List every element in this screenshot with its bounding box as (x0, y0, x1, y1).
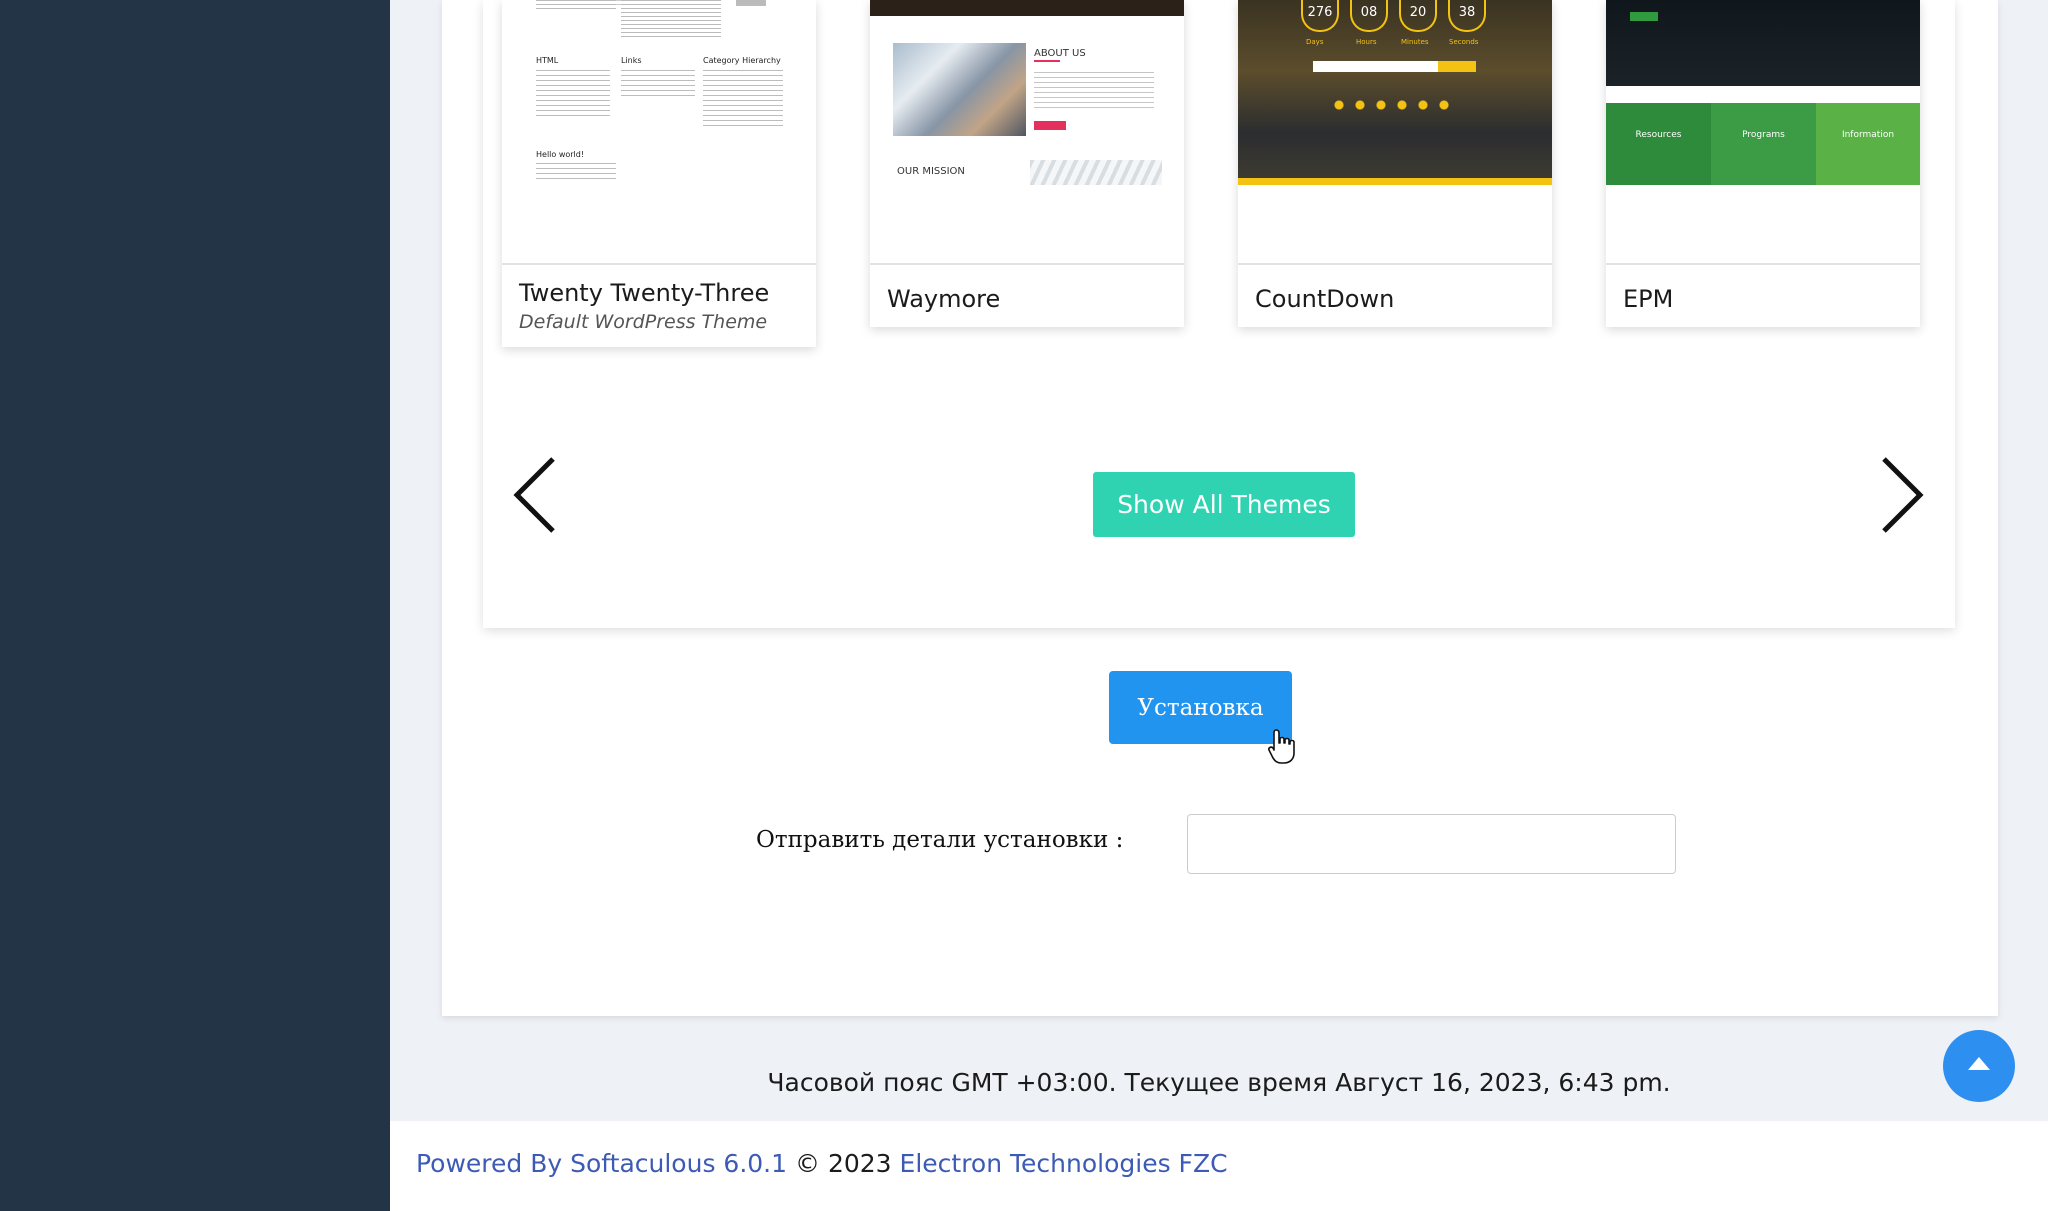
theme-card-epm[interactable]: Resources Programs Information EPM (1606, 0, 1920, 327)
copyright-text: © 2023 (795, 1149, 892, 1178)
theme-thumbnail: HTML Links Category Hierarchy Hello worl… (502, 0, 816, 265)
company-link[interactable]: Electron Technologies FZC (900, 1149, 1228, 1178)
tile-label: Resources (1635, 130, 1682, 140)
column-heading: Links (621, 56, 642, 65)
carousel-next-button[interactable] (1876, 455, 1926, 535)
email-details-label: Отправить детали установки : (756, 827, 1124, 853)
column-heading: Category Hierarchy (703, 56, 781, 65)
footer: Powered By Softaculous 6.0.1 © 2023 Elec… (390, 1121, 2048, 1211)
theme-name: Twenty Twenty-Three (519, 279, 770, 307)
main-content: HTML Links Category Hierarchy Hello worl… (390, 0, 2048, 1211)
theme-card-countdown[interactable]: 276 08 20 38 Days Hours Minutes Seconds … (1238, 0, 1552, 327)
show-all-themes-button[interactable]: Show All Themes (1093, 472, 1355, 537)
scroll-to-top-button[interactable] (1943, 1030, 2015, 1102)
hand-cursor-icon (1268, 729, 1295, 764)
mission-heading: OUR MISSION (897, 166, 965, 177)
theme-thumbnail: Resources Programs Information (1606, 0, 1920, 265)
subscribe-button (1438, 61, 1476, 72)
countdown-unit: Hours (1356, 38, 1377, 46)
countdown-unit: Minutes (1401, 38, 1429, 46)
chevron-right-icon (1882, 457, 1924, 533)
about-heading: ABOUT US (1034, 48, 1086, 59)
theme-name: Waymore (887, 285, 1001, 313)
theme-card-twenty-twenty-three[interactable]: HTML Links Category Hierarchy Hello worl… (502, 0, 816, 347)
theme-card-waymore[interactable]: ABOUT US OUR MISSION Waymore (870, 0, 1184, 327)
softaculous-link[interactable]: Powered By Softaculous 6.0.1 (416, 1149, 787, 1178)
theme-thumbnail: 276 08 20 38 Days Hours Minutes Seconds (1238, 0, 1552, 265)
column-heading: HTML (536, 56, 559, 65)
carousel-prev-button[interactable] (511, 455, 561, 535)
theme-thumbnail: ABOUT US OUR MISSION (870, 0, 1184, 265)
install-button[interactable]: Установка (1109, 671, 1292, 744)
post-title: Hello world! (536, 150, 585, 159)
tile-label: Programs (1742, 130, 1785, 140)
email-input (1313, 61, 1438, 72)
email-details-input[interactable] (1187, 814, 1676, 874)
install-panel: HTML Links Category Hierarchy Hello worl… (442, 0, 1998, 1016)
theme-subtitle: Default WordPress Theme (519, 311, 768, 333)
theme-name: CountDown (1255, 285, 1395, 313)
office-photo (893, 43, 1026, 136)
theme-name: EPM (1623, 285, 1674, 313)
sidebar (0, 0, 390, 1211)
themes-carousel: HTML Links Category Hierarchy Hello worl… (483, 0, 1955, 628)
countdown-unit: Seconds (1449, 38, 1479, 46)
countdown-unit: Days (1306, 38, 1324, 46)
tile-label: Information (1841, 130, 1895, 140)
social-icons (1334, 100, 1454, 110)
chevron-left-icon (513, 457, 555, 533)
timezone-text: Часовой пояс GMT +03:00. Текущее время А… (767, 1068, 1671, 1097)
